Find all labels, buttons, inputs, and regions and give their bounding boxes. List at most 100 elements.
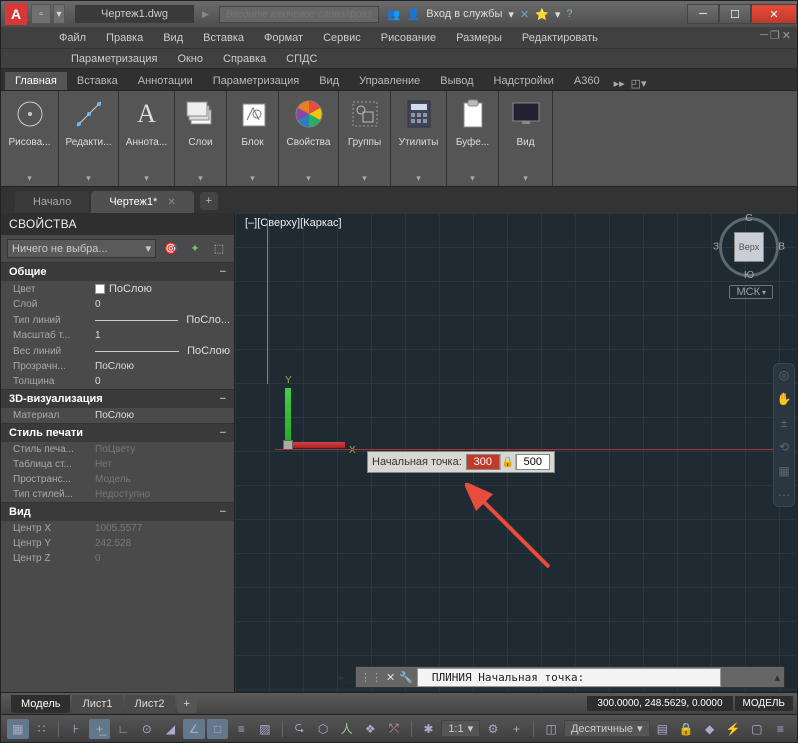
- row-transparency[interactable]: Прозрачн...ПоСлою: [1, 359, 234, 374]
- ribbon-overflow-icon[interactable]: ▸▸: [614, 77, 625, 90]
- menu-modify[interactable]: Редактировать: [512, 30, 608, 46]
- panel-annotate[interactable]: A Аннота... ▾: [119, 91, 175, 186]
- exchange-icon[interactable]: ✕: [520, 8, 529, 21]
- ribbon-tab-view[interactable]: Вид: [309, 72, 349, 90]
- panel-clipboard-arrow-icon[interactable]: ▾: [470, 173, 475, 186]
- menu-window[interactable]: Окно: [167, 51, 213, 67]
- lineweight-icon[interactable]: ≡: [230, 719, 252, 739]
- ortho-icon[interactable]: ∟: [112, 719, 134, 739]
- panel-groups-arrow-icon[interactable]: ▾: [362, 173, 367, 186]
- infer-constraints-icon[interactable]: ⊦: [65, 719, 87, 739]
- panel-properties[interactable]: Свойства ▾: [279, 91, 339, 186]
- customize-status-icon[interactable]: ≡: [770, 719, 792, 739]
- panel-modify[interactable]: Редакти... ▾: [59, 91, 119, 186]
- ribbon-tab-insert[interactable]: Вставка: [67, 72, 128, 90]
- annotation-scale-dropdown[interactable]: 1:1▾: [441, 720, 480, 737]
- tab-layout1[interactable]: Лист1: [72, 695, 122, 713]
- osnap-3d-icon[interactable]: ⬡: [312, 719, 334, 739]
- sign-in-dropdown-icon[interactable]: ▾: [508, 8, 514, 21]
- panel-view-arrow-icon[interactable]: ▾: [523, 173, 528, 186]
- ribbon-tab-annotate[interactable]: Аннотации: [128, 72, 203, 90]
- menu-edit[interactable]: Правка: [96, 30, 153, 46]
- tab-start[interactable]: Начало: [15, 191, 89, 213]
- ribbon-tab-output[interactable]: Вывод: [430, 72, 483, 90]
- panel-annotate-arrow-icon[interactable]: ▾: [144, 173, 149, 186]
- panel-block[interactable]: Блок ▾: [227, 91, 279, 186]
- command-input[interactable]: [417, 668, 721, 687]
- featured-apps-icon[interactable]: ⭐: [535, 8, 549, 21]
- dynamic-input-y[interactable]: 500: [516, 454, 550, 470]
- help-dropdown-icon[interactable]: ▾: [555, 8, 561, 21]
- workspace-switching-icon[interactable]: ⚙: [482, 719, 504, 739]
- panel-draw[interactable]: Рисова... ▾: [1, 91, 59, 186]
- menu-help[interactable]: Справка: [213, 51, 276, 67]
- sign-in-icon[interactable]: 👤: [407, 8, 421, 21]
- viewcube-north[interactable]: С: [745, 213, 752, 224]
- infocenter-icon[interactable]: 👥: [387, 8, 401, 21]
- row-ltscale[interactable]: Масштаб т...1: [1, 328, 234, 343]
- snap-dd-icon[interactable]: ◫: [540, 719, 562, 739]
- selection-filter-icon[interactable]: ❖: [360, 719, 382, 739]
- polar-tracking-icon[interactable]: ⊙: [136, 719, 158, 739]
- ribbon-collapse-icon[interactable]: ◰▾: [631, 77, 647, 90]
- drag-handle-icon[interactable]: ⋮⋮: [360, 671, 382, 684]
- title-arrow-icon[interactable]: ▶: [202, 9, 209, 20]
- section-view[interactable]: Вид−: [1, 502, 234, 521]
- panel-view[interactable]: Вид ▾: [499, 91, 553, 186]
- units-dropdown[interactable]: Десятичные▾: [564, 720, 650, 737]
- app-logo[interactable]: A: [5, 3, 27, 25]
- lock-icon[interactable]: 🔒: [500, 454, 516, 470]
- viewcube-east[interactable]: В: [778, 242, 785, 253]
- ucs-label[interactable]: МСК▾: [729, 285, 773, 299]
- menu-tools[interactable]: Сервис: [313, 30, 371, 46]
- quick-properties-icon[interactable]: ▤: [652, 719, 674, 739]
- viewport-label[interactable]: [–][Сверху][Каркас]: [245, 217, 342, 229]
- viewcube-south[interactable]: Ю: [744, 270, 754, 281]
- drawing-canvas[interactable]: [–][Сверху][Каркас] X Y Начальная точка:…: [235, 213, 797, 692]
- selection-cycle-icon[interactable]: ⮎: [289, 719, 311, 739]
- ribbon-tab-addins[interactable]: Надстройки: [484, 72, 564, 90]
- cmd-history-icon[interactable]: ▴: [774, 671, 780, 684]
- nav-pan-icon[interactable]: ✋: [776, 391, 792, 407]
- panel-clipboard[interactable]: Буфе... ▾: [447, 91, 499, 186]
- row-color[interactable]: ЦветПоСлою: [1, 281, 234, 297]
- panel-utilities-arrow-icon[interactable]: ▾: [416, 173, 421, 186]
- ribbon-tab-main[interactable]: Главная: [5, 72, 67, 90]
- viewcube-west[interactable]: З: [713, 242, 719, 253]
- panel-draw-arrow-icon[interactable]: ▾: [27, 173, 32, 186]
- section-plot[interactable]: Стиль печати−: [1, 423, 234, 442]
- dynamic-input-x[interactable]: 300: [466, 454, 500, 470]
- section-general[interactable]: Общие−: [1, 262, 234, 281]
- panel-modify-arrow-icon[interactable]: ▾: [86, 173, 91, 186]
- panel-groups[interactable]: Группы ▾: [339, 91, 391, 186]
- menu-insert[interactable]: Вставка: [193, 30, 254, 46]
- osnap-2d-icon[interactable]: □: [207, 719, 229, 739]
- gizmo-icon[interactable]: ⤱: [383, 719, 405, 739]
- lock-ui-icon[interactable]: 🔒: [675, 719, 697, 739]
- select-objects-icon[interactable]: ⬚: [210, 240, 228, 258]
- ribbon-tab-parametric[interactable]: Параметризация: [203, 72, 309, 90]
- clean-screen-icon[interactable]: ▢: [746, 719, 768, 739]
- row-layer[interactable]: Слой0: [1, 297, 234, 312]
- panel-layers-arrow-icon[interactable]: ▾: [198, 173, 203, 186]
- add-layout-button[interactable]: +: [177, 695, 197, 713]
- dynamic-input-icon[interactable]: +̲: [89, 719, 111, 739]
- close-cmdline-icon[interactable]: ✕: [386, 671, 395, 684]
- nav-showmotion-icon[interactable]: ▦: [776, 463, 792, 479]
- new-file-icon[interactable]: ▫: [31, 4, 51, 24]
- row-material[interactable]: МатериалПоСлою: [1, 408, 234, 423]
- nav-more-icon[interactable]: ⋯: [776, 487, 792, 503]
- ribbon-tab-a360[interactable]: A360: [564, 72, 610, 90]
- help-icon[interactable]: ?: [566, 8, 572, 20]
- maximize-button[interactable]: ☐: [719, 4, 751, 24]
- section-3dviz[interactable]: 3D-визуализация−: [1, 389, 234, 408]
- menu-draw[interactable]: Рисование: [371, 30, 446, 46]
- transparency-icon[interactable]: ▨: [254, 719, 276, 739]
- row-lineweight[interactable]: Вес линийПоСлою: [1, 343, 234, 359]
- tab-drawing[interactable]: Чертеж1*✕: [91, 191, 193, 213]
- panel-block-arrow-icon[interactable]: ▾: [250, 173, 255, 186]
- mdi-close-icon[interactable]: ✕: [782, 29, 791, 42]
- quick-select-icon[interactable]: ✦: [186, 240, 204, 258]
- isolate-objects-icon[interactable]: ◆: [699, 719, 721, 739]
- tab-layout2[interactable]: Лист2: [125, 695, 175, 713]
